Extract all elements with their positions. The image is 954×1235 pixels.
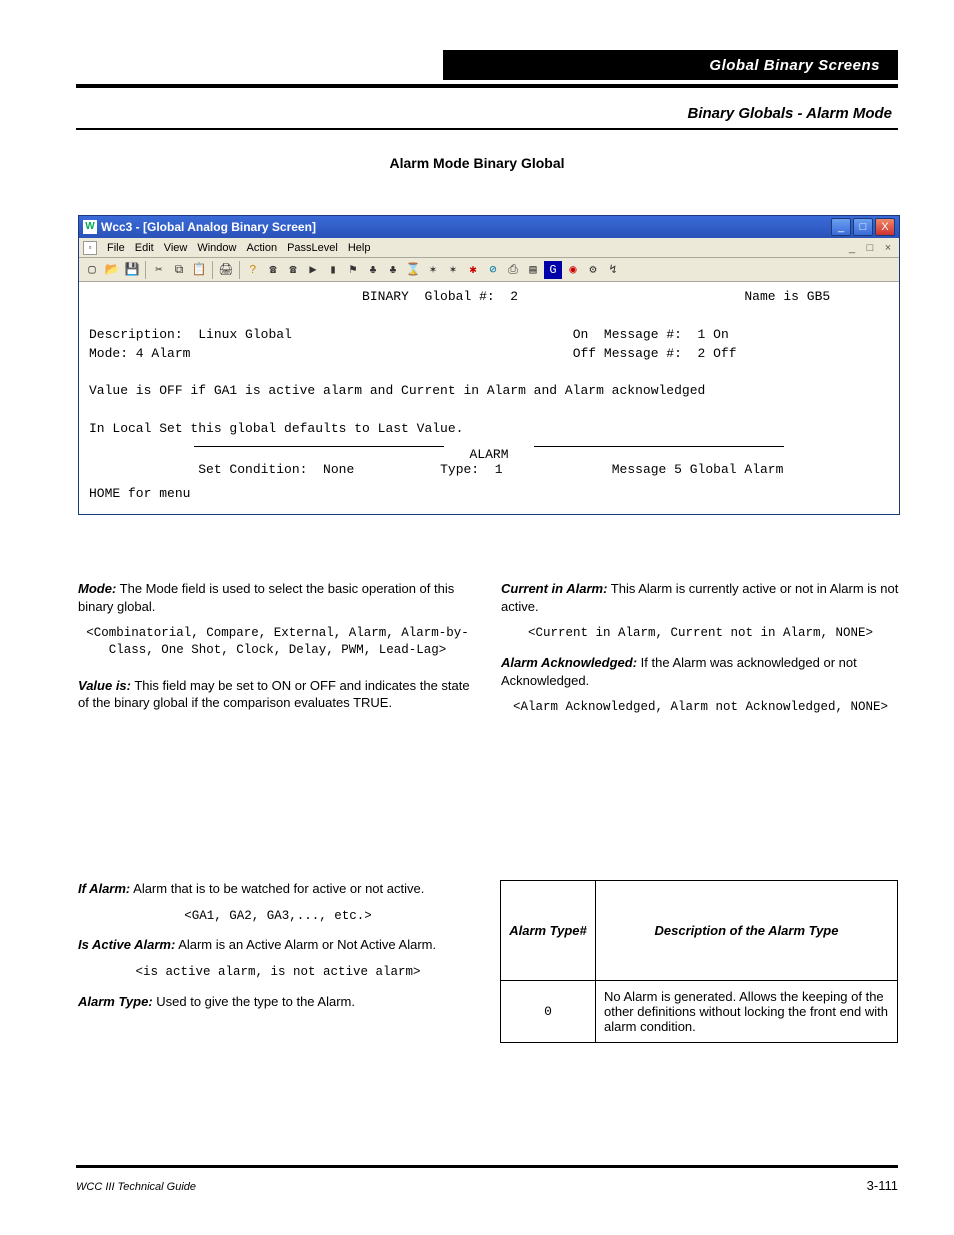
footer-left: WCC III Technical Guide <box>76 1181 196 1193</box>
cell-num: 0 <box>501 981 596 1043</box>
current-options: <Current in Alarm, Current not in Alarm,… <box>501 625 900 642</box>
tool-icon[interactable]: ▮ <box>324 261 342 279</box>
tool-icon[interactable]: ♣ <box>364 261 382 279</box>
tool-icon[interactable]: ✶ <box>424 261 442 279</box>
para-ifalarm: If Alarm: Alarm that is to be watched fo… <box>78 880 478 898</box>
tool-icon[interactable]: ☎ <box>284 261 302 279</box>
print-icon[interactable]: 🖨 <box>217 261 235 279</box>
tool-icon[interactable]: ↯ <box>604 261 622 279</box>
table-header-row: Alarm Type# Description of the Alarm Typ… <box>501 881 898 981</box>
close-button[interactable]: X <box>875 218 895 236</box>
menu-view[interactable]: View <box>164 242 188 254</box>
para-valueis: Value is: This field may be set to ON or… <box>78 677 477 712</box>
document-icon: ▫ <box>83 241 97 255</box>
rule-right <box>534 446 784 447</box>
body-text: Mode: The Mode field is used to select t… <box>78 580 900 726</box>
paste-icon[interactable]: 📋 <box>190 261 208 279</box>
menubar: ▫ File Edit View Window Action PassLevel… <box>79 238 899 258</box>
separator-icon <box>145 261 146 279</box>
cell-desc: No Alarm is generated. Allows the keepin… <box>596 981 898 1043</box>
col-header-desc: Description of the Alarm Type <box>596 881 898 981</box>
table-row: 0 No Alarm is generated. Allows the keep… <box>501 981 898 1043</box>
para-isactive: Is Active Alarm: Alarm is an Active Alar… <box>78 936 478 954</box>
alarm-heading: ALARM <box>79 447 899 462</box>
home-line: HOME for menu <box>79 477 899 514</box>
para-ack: Alarm Acknowledged: If the Alarm was ack… <box>501 654 900 689</box>
tool-icon[interactable]: ▶ <box>304 261 322 279</box>
section-title: Binary Globals - Alarm Mode <box>688 105 893 122</box>
para-alarmtype: Alarm Type: Used to give the type to the… <box>78 993 478 1011</box>
tool-icon[interactable]: ♣ <box>384 261 402 279</box>
tool-icon[interactable]: ⎙ <box>504 261 522 279</box>
banner-title-block: Global Binary Screens <box>443 50 898 80</box>
isactive-options: <is active alarm, is not active alarm> <box>78 964 478 981</box>
inner-restore-icon[interactable]: □ <box>863 242 877 254</box>
mode-line: Mode: 4 Alarm Off Message #: 2 Off <box>89 346 737 361</box>
para-mode: Mode: The Mode field is used to select t… <box>78 580 477 615</box>
titlebar: W Wcc3 - [Global Analog Binary Screen] _… <box>79 216 899 238</box>
ifalarm-options: <GA1, GA2, GA3,..., etc.> <box>78 908 478 925</box>
page-footer: WCC III Technical Guide 3-111 <box>76 1165 898 1193</box>
section-title-row: Binary Globals - Alarm Mode <box>76 98 898 130</box>
col-header-num: Alarm Type# <box>501 881 596 981</box>
alarm-detail-line: Set Condition: None Type: 1 Message 5 Gl… <box>79 462 899 477</box>
para-current: Current in Alarm: This Alarm is currentl… <box>501 580 900 615</box>
rule-left <box>194 446 444 447</box>
inner-close-icon[interactable]: × <box>881 242 895 254</box>
tool-icon[interactable]: ⚙ <box>584 261 602 279</box>
tool-icon[interactable]: ☎ <box>264 261 282 279</box>
ack-options: <Alarm Acknowledged, Alarm not Acknowled… <box>501 699 900 716</box>
inner-minimize-icon[interactable]: _ <box>845 242 859 254</box>
toolbar: ▢ 📂 💾 ✂ ⧉ 📋 🖨 ? ☎ ☎ ▶ ▮ ⚑ ♣ ♣ ⌛ ✶ ✶ ✱ ⊘ … <box>79 258 899 282</box>
terminal-area: BINARY Global #: 2 Name is GB5 Descripti… <box>79 282 899 449</box>
separator-icon <box>239 261 240 279</box>
separator-icon <box>212 261 213 279</box>
menu-window[interactable]: Window <box>197 242 236 254</box>
description-line: Description: Linux Global On Message #: … <box>89 327 729 342</box>
tool-icon[interactable]: ⚑ <box>344 261 362 279</box>
tool-icon[interactable]: ◉ <box>564 261 582 279</box>
tool-icon[interactable]: ▤ <box>524 261 542 279</box>
new-icon[interactable]: ▢ <box>83 261 101 279</box>
localset-line: In Local Set this global defaults to Las… <box>89 421 463 436</box>
tool-icon[interactable]: G <box>544 261 562 279</box>
menu-help[interactable]: Help <box>348 242 371 254</box>
menu-passlevel[interactable]: PassLevel <box>287 242 338 254</box>
tool-icon[interactable]: ✶ <box>444 261 462 279</box>
tool-icon[interactable]: ✱ <box>464 261 482 279</box>
value-line: Value is OFF if GA1 is active alarm and … <box>89 383 705 398</box>
inner-window-buttons: _ □ × <box>845 242 895 254</box>
global-header-line: BINARY Global #: 2 Name is GB5 <box>89 289 830 304</box>
help-icon[interactable]: ? <box>244 261 262 279</box>
tool-icon[interactable]: ⌛ <box>404 261 422 279</box>
mode-options: <Combinatorial, Compare, External, Alarm… <box>78 625 477 659</box>
banner-rule <box>76 84 898 88</box>
page-banner: Global Binary Screens <box>76 50 898 88</box>
window-buttons: _ □ X <box>831 218 895 236</box>
app-window: W Wcc3 - [Global Analog Binary Screen] _… <box>78 215 900 515</box>
left-block: If Alarm: Alarm that is to be watched fo… <box>78 880 478 1020</box>
minimize-button[interactable]: _ <box>831 218 851 236</box>
copy-icon[interactable]: ⧉ <box>170 261 188 279</box>
save-icon[interactable]: 💾 <box>123 261 141 279</box>
open-icon[interactable]: 📂 <box>103 261 121 279</box>
subheader: Alarm Mode Binary Global <box>0 155 954 171</box>
maximize-button[interactable]: □ <box>853 218 873 236</box>
window-title: Wcc3 - [Global Analog Binary Screen] <box>101 220 831 234</box>
menu-action[interactable]: Action <box>246 242 277 254</box>
menu-edit[interactable]: Edit <box>135 242 154 254</box>
footer-page-number: 3-111 <box>867 1178 898 1193</box>
alarm-type-table: Alarm Type# Description of the Alarm Typ… <box>500 880 898 1043</box>
banner-title: Global Binary Screens <box>709 57 880 74</box>
cut-icon[interactable]: ✂ <box>150 261 168 279</box>
app-icon: W <box>83 220 97 234</box>
tool-icon[interactable]: ⊘ <box>484 261 502 279</box>
menu-file[interactable]: File <box>107 242 125 254</box>
